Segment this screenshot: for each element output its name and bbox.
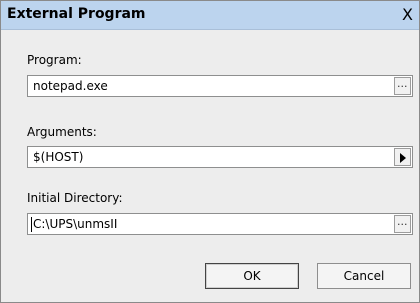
arguments-value: $(HOST) — [33, 150, 84, 164]
ok-button[interactable]: OK — [205, 263, 299, 289]
arguments-field[interactable]: $(HOST) — [27, 146, 413, 168]
text-caret — [31, 217, 32, 232]
program-browse-button[interactable]: ... — [394, 77, 411, 95]
directory-browse-button[interactable]: ... — [394, 215, 411, 233]
external-program-dialog: External Program X Program: notepad.exe … — [0, 0, 420, 303]
directory-value: C:\UPS\unmsII — [33, 217, 118, 231]
program-label: Program: — [27, 53, 82, 67]
program-field[interactable]: notepad.exe ... — [27, 75, 413, 97]
arrow-right-icon — [400, 153, 406, 163]
title-bar: External Program X — [1, 1, 419, 30]
close-icon[interactable]: X — [402, 5, 413, 24]
arguments-label: Arguments: — [27, 125, 97, 139]
directory-field[interactable]: C:\UPS\unmsII ... — [27, 213, 413, 235]
directory-label: Initial Directory: — [27, 191, 123, 205]
ellipsis-icon: ... — [397, 215, 408, 228]
cancel-button[interactable]: Cancel — [317, 263, 411, 289]
program-value: notepad.exe — [33, 79, 108, 93]
window-title: External Program — [7, 6, 146, 22]
arguments-menu-button[interactable] — [394, 148, 411, 166]
ellipsis-icon: ... — [397, 77, 408, 90]
